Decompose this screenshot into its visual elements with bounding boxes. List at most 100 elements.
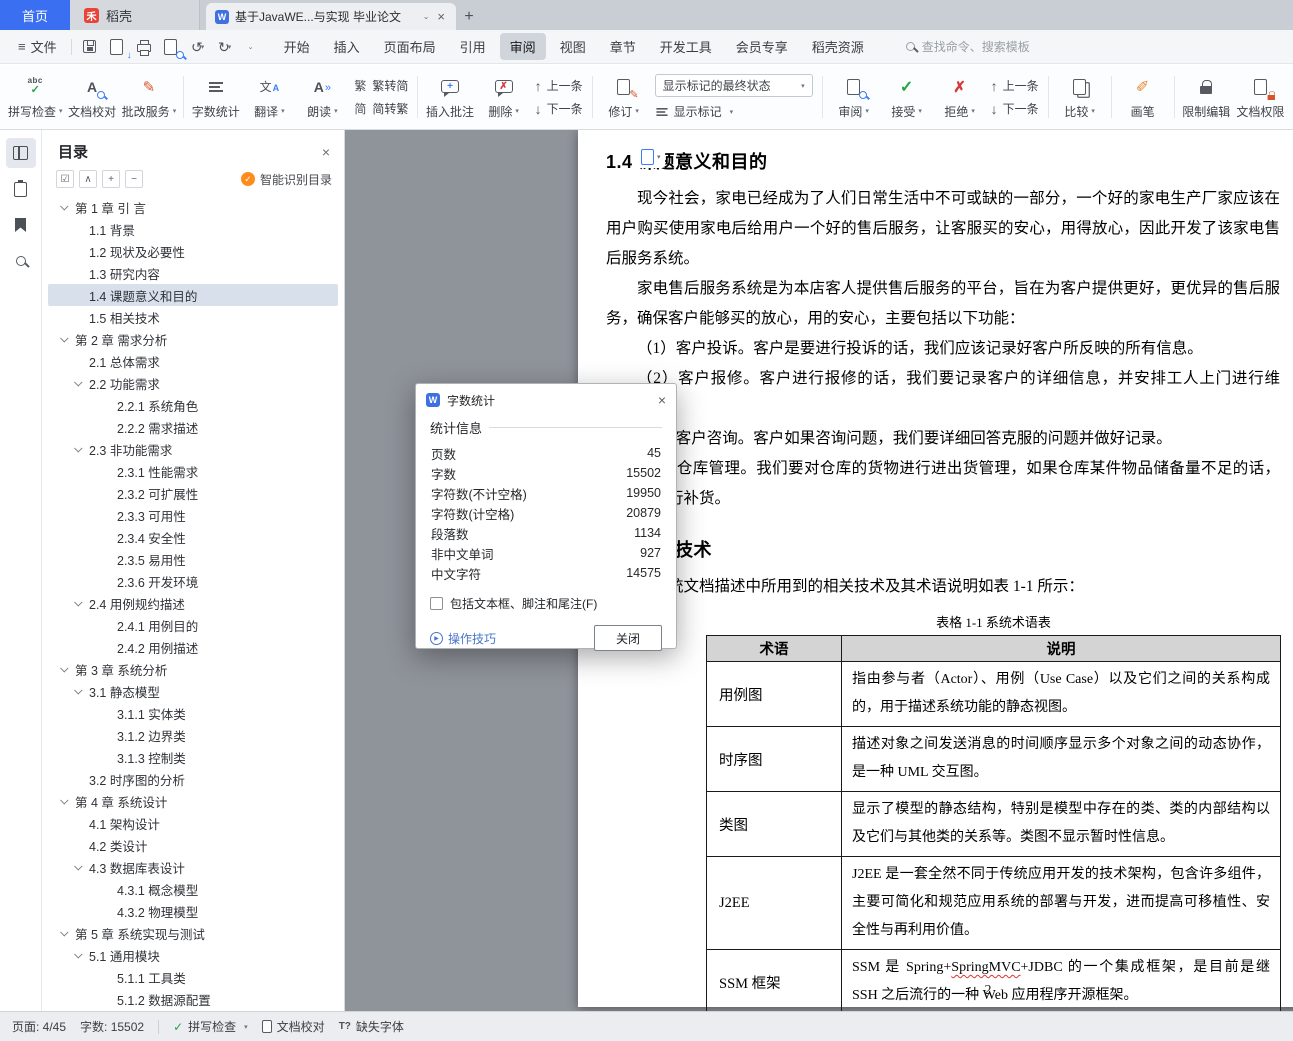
- toc-item[interactable]: 4.3.2 物理模型: [48, 900, 338, 922]
- toc-item[interactable]: 5.1.1 工具类: [48, 966, 338, 988]
- toc-item[interactable]: 2.2.2 需求描述: [48, 416, 338, 438]
- print-button[interactable]: [132, 35, 156, 59]
- menu-tab-开始[interactable]: 开始: [274, 33, 320, 60]
- home-button[interactable]: 首页: [0, 0, 70, 30]
- menu-tab-审阅[interactable]: 审阅: [500, 33, 546, 60]
- missing-font-button[interactable]: T? 缺失字体: [339, 1018, 404, 1035]
- trad-to-simp-button[interactable]: 繁繁转简: [353, 77, 408, 94]
- save-button[interactable]: [78, 35, 102, 59]
- menu-tab-稻壳资源[interactable]: 稻壳资源: [802, 33, 874, 60]
- review-button[interactable]: 审阅▾: [828, 68, 880, 126]
- undo-button[interactable]: ↺▾: [186, 35, 210, 59]
- toc-item[interactable]: 2.3.1 性能需求: [48, 460, 338, 482]
- restrict-edit-button[interactable]: 限制编辑: [1180, 68, 1233, 126]
- toc-item[interactable]: 2.3.5 易用性: [48, 548, 338, 570]
- toc-close-icon[interactable]: ×: [322, 144, 330, 160]
- reject-button[interactable]: ✗ 拒绝▾: [934, 68, 986, 126]
- docer-tab[interactable]: 禾 稻壳: [70, 0, 200, 30]
- brush-button[interactable]: ✐ 画笔: [1117, 68, 1169, 126]
- tab-close-icon[interactable]: ×: [435, 9, 447, 24]
- smart-toc-button[interactable]: ✓ 智能识别目录: [241, 171, 332, 188]
- menu-tab-章节[interactable]: 章节: [600, 33, 646, 60]
- simp-to-trad-button[interactable]: 简简转繁: [353, 100, 408, 117]
- spellcheck-button[interactable]: abc✓ 拼写检查▾: [6, 68, 65, 126]
- menu-tab-插入[interactable]: 插入: [324, 33, 370, 60]
- insert-comment-button[interactable]: + 插入批注: [423, 68, 476, 126]
- menu-tab-开发工具[interactable]: 开发工具: [650, 33, 722, 60]
- proofread-button[interactable]: A 文档校对: [66, 68, 119, 126]
- doc-permission-button[interactable]: 文档权限: [1234, 68, 1287, 126]
- toc-item[interactable]: 3.1 静态模型: [48, 680, 338, 702]
- menu-tab-视图[interactable]: 视图: [550, 33, 596, 60]
- tips-link[interactable]: ▶ 操作技巧: [430, 630, 496, 647]
- page-tools-button[interactable]: ▾: [637, 146, 665, 168]
- menu-tab-页面布局[interactable]: 页面布局: [374, 33, 446, 60]
- dialog-close-icon[interactable]: ×: [658, 392, 666, 408]
- toc-item[interactable]: 4.3.1 概念模型: [48, 878, 338, 900]
- toc-item[interactable]: 3.1.3 控制类: [48, 746, 338, 768]
- print-preview-button[interactable]: [159, 35, 183, 59]
- prev-comment-button[interactable]: ↑上一条: [535, 77, 583, 94]
- word-count-indicator[interactable]: 字数: 15502: [80, 1018, 144, 1035]
- delete-comment-button[interactable]: ✗ 删除▾: [478, 68, 530, 126]
- find-button[interactable]: [6, 246, 36, 276]
- correction-service-button[interactable]: ✎ 批改服务▾: [120, 68, 179, 126]
- chevron-down-icon[interactable]: [74, 444, 82, 452]
- toc-item[interactable]: 第 4 章 系统设计: [48, 790, 338, 812]
- chevron-down-icon[interactable]: [60, 928, 68, 936]
- chevron-down-icon[interactable]: [74, 950, 82, 958]
- toc-item[interactable]: 3.1.1 实体类: [48, 702, 338, 724]
- toc-collapse-button[interactable]: ∧: [79, 170, 97, 188]
- toc-item[interactable]: 4.2 类设计: [48, 834, 338, 856]
- toc-item[interactable]: 第 3 章 系统分析: [48, 658, 338, 680]
- accept-button[interactable]: ✓ 接受▾: [881, 68, 933, 126]
- command-search[interactable]: 查找命令、搜索模板: [898, 34, 1038, 59]
- word-count-button[interactable]: 字数统计: [189, 68, 242, 126]
- toc-item[interactable]: 2.3.2 可扩展性: [48, 482, 338, 504]
- toc-item[interactable]: 2.4.2 用例描述: [48, 636, 338, 658]
- document-page[interactable]: 1.4 课题意义和目的 现今社会，家电已经成为了人们日常生活中不可或缺的一部分，…: [578, 130, 1293, 1007]
- toc-item[interactable]: 2.2.1 系统角色: [48, 394, 338, 416]
- include-textbox-checkbox[interactable]: 包括文本框、脚注和尾注(F): [430, 595, 662, 612]
- toc-item[interactable]: 5.1.2 数据源配置: [48, 988, 338, 1010]
- toc-fold-button[interactable]: −: [125, 170, 143, 188]
- menu-tab-引用[interactable]: 引用: [450, 33, 496, 60]
- toc-item[interactable]: 2.3 非功能需求: [48, 438, 338, 460]
- toc-item[interactable]: 2.3.3 可用性: [48, 504, 338, 526]
- chevron-down-icon[interactable]: [60, 334, 68, 342]
- proofread-status-button[interactable]: 文档校对: [262, 1018, 325, 1035]
- chevron-down-icon[interactable]: [74, 862, 82, 870]
- check-panel-button[interactable]: [6, 174, 36, 204]
- chevron-down-icon[interactable]: [60, 664, 68, 672]
- file-menu-button[interactable]: ≡ 文件: [10, 33, 65, 60]
- toc-expand-button[interactable]: +: [102, 170, 120, 188]
- chevron-down-icon[interactable]: [60, 202, 68, 210]
- tab-menu-icon[interactable]: ⌄: [423, 12, 430, 21]
- compare-button[interactable]: 比较▾: [1054, 68, 1106, 126]
- chevron-down-icon[interactable]: [74, 686, 82, 694]
- chevron-down-icon[interactable]: [60, 796, 68, 804]
- redo-button[interactable]: ↻▾: [213, 35, 237, 59]
- chevron-down-icon[interactable]: [74, 378, 82, 386]
- prev-change-button[interactable]: ↑上一条: [991, 77, 1039, 94]
- track-changes-button[interactable]: ✎ 修订▾: [598, 68, 650, 126]
- toc-item[interactable]: 4.1 架构设计: [48, 812, 338, 834]
- toc-item[interactable]: 1.2 现状及必要性: [48, 240, 338, 262]
- toc-item[interactable]: 5.1 通用模块: [48, 944, 338, 966]
- new-tab-button[interactable]: +: [456, 3, 482, 30]
- next-change-button[interactable]: ↓下一条: [991, 100, 1039, 117]
- translate-button[interactable]: 文A 翻译▾: [243, 68, 295, 126]
- menu-tab-会员专享[interactable]: 会员专享: [726, 33, 798, 60]
- next-comment-button[interactable]: ↓下一条: [535, 100, 583, 117]
- toc-item[interactable]: 1.1 背景: [48, 218, 338, 240]
- toc-item[interactable]: 第 5 章 系统实现与测试: [48, 922, 338, 944]
- export-button[interactable]: ↓: [105, 35, 129, 59]
- bookmark-button[interactable]: [6, 210, 36, 240]
- toc-item[interactable]: 3.1.2 边界类: [48, 724, 338, 746]
- show-markup-button[interactable]: 显示标记▾: [655, 103, 813, 120]
- toc-item[interactable]: 3.2 时序图的分析: [48, 768, 338, 790]
- toc-item[interactable]: 4.3 数据库表设计: [48, 856, 338, 878]
- nav-pane-button[interactable]: [6, 138, 36, 168]
- toc-item[interactable]: 2.4 用例规约描述: [48, 592, 338, 614]
- spellcheck-status-button[interactable]: ✓ 拼写检查 ▾: [173, 1018, 248, 1035]
